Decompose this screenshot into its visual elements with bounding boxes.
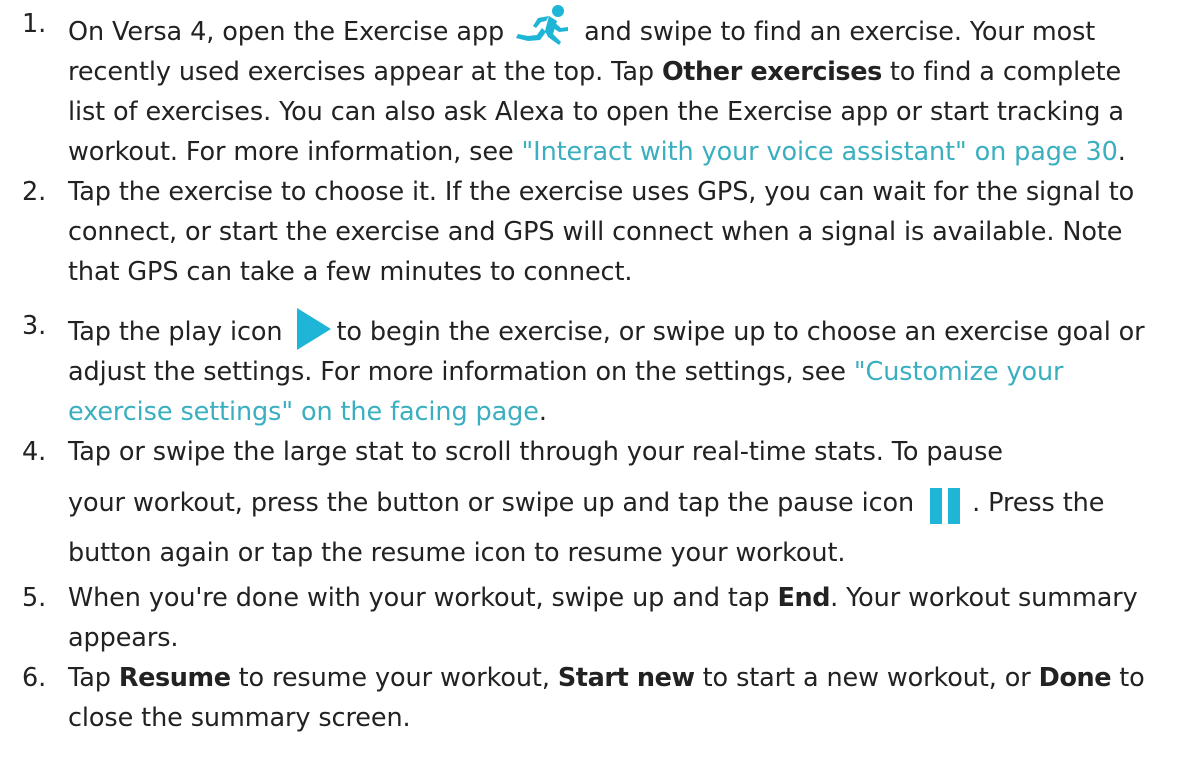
- step-3: 3. Tap the play icon to begin the exerci…: [0, 306, 1177, 432]
- play-icon: [291, 306, 335, 352]
- pause-icon: [924, 486, 968, 526]
- step-1: 1. On Versa 4, open the Exercise app and…: [0, 4, 1177, 172]
- step-number: 4.: [22, 437, 47, 467]
- step-text: When you're done with your workout, swip…: [68, 583, 778, 613]
- step-6: 6. Tap Resume to resume your workout, St…: [0, 658, 1177, 738]
- step-number: 1.: [22, 9, 47, 39]
- running-person-icon: [514, 4, 570, 54]
- step-text: your workout, press the button or swipe …: [68, 488, 915, 518]
- step-4: 4. Tap or swipe the large stat to scroll…: [0, 432, 1177, 578]
- step-line: your workout, press the button or swipe …: [68, 472, 1147, 578]
- step-text: Tap: [68, 663, 119, 693]
- step-5: 5. When you're done with your workout, s…: [0, 578, 1177, 658]
- step-text: On Versa 4, open the Exercise app: [68, 17, 505, 47]
- resume-term: Resume: [118, 663, 231, 693]
- step-text: to resume your workout,: [230, 663, 558, 693]
- step-2: 2. Tap the exercise to choose it. If the…: [0, 172, 1177, 292]
- step-number: 2.: [22, 177, 47, 207]
- other-exercises-term: Other exercises: [661, 57, 882, 87]
- step-text: Tap or swipe the large stat to scroll th…: [68, 437, 1003, 467]
- step-text: .: [1117, 137, 1126, 167]
- start-new-term: Start new: [557, 663, 695, 693]
- step-text: Tap the play icon: [68, 317, 291, 347]
- done-term: Done: [1038, 663, 1112, 693]
- step-text: .: [538, 397, 547, 427]
- voice-assistant-link[interactable]: "Interact with your voice assistant" on …: [522, 137, 1118, 167]
- end-term: End: [777, 583, 831, 613]
- step-number: 5.: [22, 583, 47, 613]
- step-number: 6.: [22, 663, 47, 693]
- step-text: to start a new workout, or: [694, 663, 1039, 693]
- manual-page: 1. On Versa 4, open the Exercise app and…: [0, 0, 1177, 782]
- step-text: Tap the exercise to choose it. If the ex…: [68, 177, 1135, 287]
- step-number: 3.: [22, 311, 47, 341]
- exercise-steps-list: 1. On Versa 4, open the Exercise app and…: [0, 4, 1177, 738]
